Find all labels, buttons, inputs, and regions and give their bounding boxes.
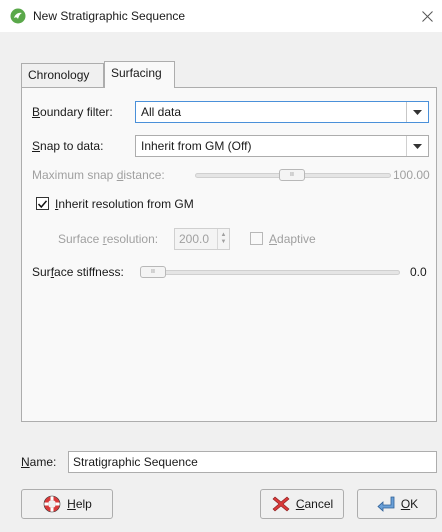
surfacing-panel: Boundary filter: All data Snap to data: … bbox=[21, 87, 437, 422]
surface-resolution-value: 200.0 bbox=[179, 232, 210, 246]
help-button[interactable]: Help bbox=[21, 489, 113, 519]
cancel-button-label: Cancel bbox=[295, 497, 334, 511]
name-input-value: Stratigraphic Sequence bbox=[73, 455, 198, 469]
app-logo-icon bbox=[10, 8, 26, 24]
tab-surfacing[interactable]: Surfacing bbox=[104, 61, 175, 88]
adaptive-checkbox[interactable] bbox=[250, 232, 263, 245]
max-snap-distance-slider-thumb[interactable]: ıı bbox=[279, 169, 305, 181]
inherit-resolution-label: Inherit resolution from GM bbox=[55, 197, 194, 211]
name-label: Name: bbox=[21, 455, 57, 469]
tab-chronology[interactable]: Chronology bbox=[21, 63, 104, 87]
max-snap-distance-value: 100.00 bbox=[393, 168, 430, 182]
boundary-filter-select[interactable]: All data bbox=[135, 101, 429, 123]
chevron-down-icon bbox=[406, 102, 428, 122]
surface-stiffness-slider-thumb[interactable]: ıı bbox=[140, 266, 166, 278]
tab-chronology-label: Chronology bbox=[28, 68, 90, 82]
surface-resolution-label: Surface resolution: bbox=[58, 232, 159, 246]
title-bar: New Stratigraphic Sequence bbox=[0, 0, 442, 32]
surface-stiffness-label: Surface stiffness: bbox=[32, 265, 124, 279]
enter-arrow-icon bbox=[377, 496, 395, 512]
boundary-filter-label: Boundary filter: bbox=[32, 105, 113, 119]
max-snap-distance-label: Maximum snap distance: bbox=[32, 168, 165, 182]
tab-surfacing-label: Surfacing bbox=[111, 66, 162, 80]
adaptive-label: Adaptive bbox=[269, 232, 316, 246]
cancel-button[interactable]: Cancel bbox=[260, 489, 344, 519]
checkmark-icon bbox=[38, 199, 47, 208]
snap-to-data-label: Snap to data: bbox=[32, 139, 104, 153]
name-input[interactable]: Stratigraphic Sequence bbox=[68, 451, 437, 473]
cancel-x-icon bbox=[272, 496, 290, 512]
help-button-label: Help bbox=[67, 497, 92, 511]
close-icon bbox=[421, 10, 433, 22]
snap-to-data-select[interactable]: Inherit from GM (Off) bbox=[135, 135, 429, 157]
ok-button-label: OK bbox=[400, 497, 419, 511]
dialog-window: New Stratigraphic Sequence Chronology Su… bbox=[0, 0, 442, 532]
snap-to-data-value: Inherit from GM (Off) bbox=[141, 139, 252, 153]
lifebuoy-help-icon bbox=[43, 495, 61, 513]
boundary-filter-value: All data bbox=[141, 105, 182, 119]
chevron-down-icon bbox=[406, 136, 428, 156]
window-title: New Stratigraphic Sequence bbox=[33, 9, 186, 23]
spin-arrows-icon: ▲ ▼ bbox=[217, 229, 229, 249]
surface-resolution-spinbox[interactable]: 200.0 ▲ ▼ bbox=[174, 228, 230, 250]
close-button[interactable] bbox=[412, 0, 442, 32]
surface-stiffness-slider[interactable] bbox=[140, 270, 400, 275]
ok-button[interactable]: OK bbox=[357, 489, 437, 519]
inherit-resolution-checkbox[interactable] bbox=[36, 197, 49, 210]
surface-stiffness-value: 0.0 bbox=[410, 265, 427, 279]
